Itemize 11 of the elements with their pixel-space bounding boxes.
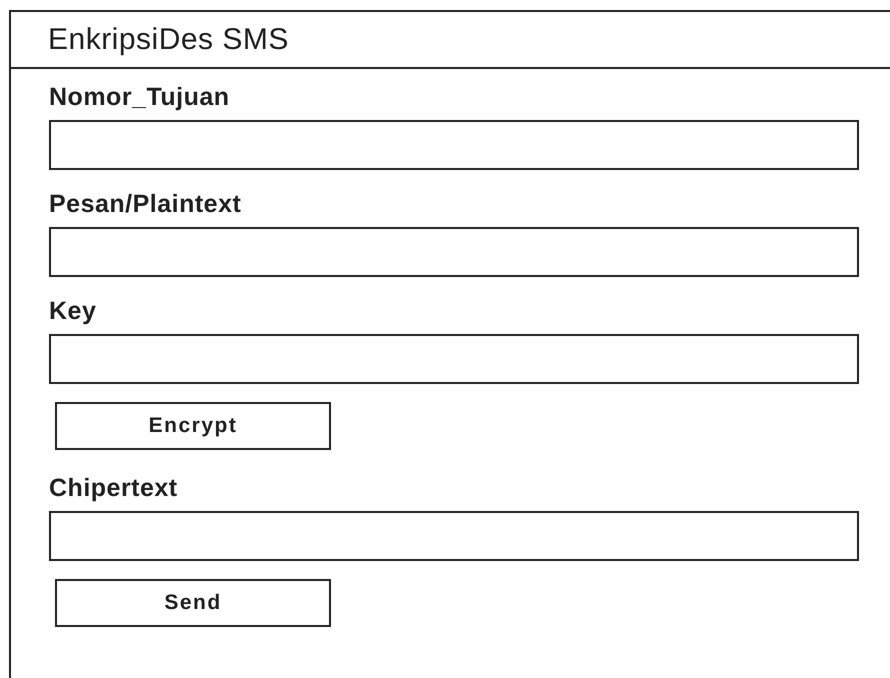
action-button[interactable]: Send [55,579,331,627]
field-label: Pesan/Plaintext [49,190,242,219]
window-title: EnkripsiDes SMS [48,22,289,56]
input-field[interactable] [49,120,859,170]
field-label: Key [49,297,98,326]
action-button[interactable]: Encrypt [55,402,331,450]
input-field[interactable] [49,511,859,561]
input-field[interactable] [49,334,859,384]
field-label: Chipertext [49,474,179,503]
input-field[interactable] [49,227,859,277]
field-label: Nomor_Tujuan [49,83,231,112]
